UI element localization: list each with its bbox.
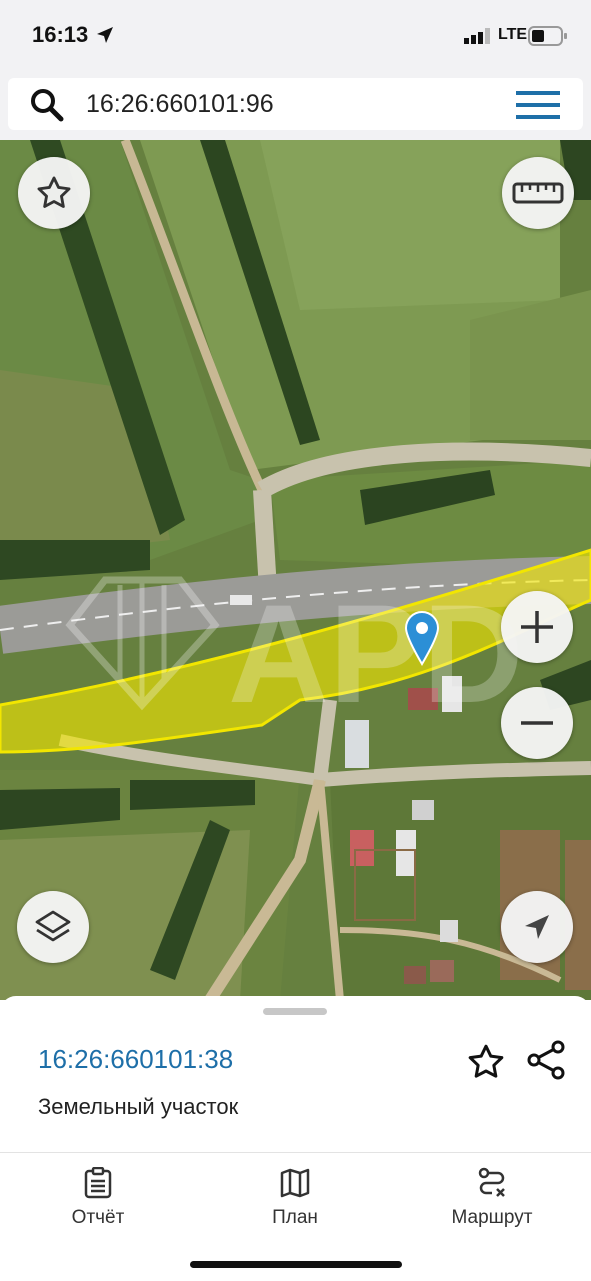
tab-route[interactable]: Маршрут: [422, 1167, 562, 1229]
search-bar-container: [0, 70, 591, 140]
menu-icon[interactable]: [516, 90, 560, 120]
status-bar: 16:13 LTE: [0, 0, 591, 70]
tab-report-label: Отчёт: [71, 1207, 125, 1228]
layers-icon: [35, 910, 71, 942]
search-icon[interactable]: [30, 88, 64, 122]
measure-button[interactable]: [502, 157, 574, 229]
property-type: Земельный участок: [38, 1094, 239, 1119]
layers-button[interactable]: [17, 891, 89, 963]
location-services-icon: [97, 27, 113, 43]
location-arrow-icon: [525, 915, 549, 939]
status-time: 16:13: [32, 22, 89, 47]
zoom-out-button[interactable]: [501, 687, 573, 759]
parcel-info-sheet[interactable]: 16:26:660101:38 Земельный участок: [0, 996, 591, 1156]
zoom-out-icon: [521, 721, 553, 725]
search-input[interactable]: [86, 88, 486, 120]
tab-plan[interactable]: План: [225, 1167, 365, 1229]
tab-report[interactable]: Отчёт: [28, 1167, 168, 1229]
signal-icon: [464, 28, 490, 44]
search-bar[interactable]: [8, 78, 583, 130]
zoom-in-button[interactable]: [501, 591, 573, 663]
cadastral-number[interactable]: 16:26:660101:38: [38, 1044, 233, 1075]
battery-icon: [528, 26, 567, 46]
my-location-button[interactable]: [501, 891, 573, 963]
favorite-star-icon[interactable]: [466, 1042, 506, 1082]
tab-route-label: Маршрут: [451, 1207, 533, 1228]
map-view[interactable]: APD: [0, 140, 591, 1000]
map-icon: [280, 1168, 310, 1198]
zoom-in-icon: [521, 611, 553, 643]
route-icon: [478, 1167, 505, 1197]
tab-plan-label: План: [272, 1207, 318, 1228]
sheet-drag-handle[interactable]: [263, 1008, 327, 1015]
watermark-text: APD: [228, 575, 524, 732]
network-type: LTE: [498, 26, 528, 43]
report-icon: [84, 1167, 112, 1199]
satellite-imagery: APD: [0, 140, 591, 1000]
favorite-map-button[interactable]: [18, 157, 90, 229]
star-icon: [37, 176, 71, 208]
home-indicator[interactable]: [190, 1261, 402, 1268]
share-icon[interactable]: [526, 1040, 566, 1080]
ruler-icon: [512, 182, 564, 204]
